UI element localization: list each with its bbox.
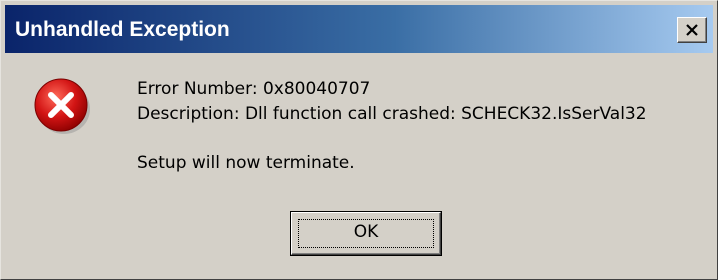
description-text: Description: Dll function call crashed: … bbox=[137, 104, 647, 124]
title-bar[interactable]: Unhandled Exception bbox=[5, 5, 713, 53]
message-text: Error Number: 0x80040707 Description: Dl… bbox=[137, 77, 647, 176]
close-button[interactable] bbox=[677, 17, 707, 43]
termination-note: Setup will now terminate. bbox=[137, 153, 355, 173]
error-icon bbox=[34, 78, 90, 134]
ok-button[interactable]: OK bbox=[290, 211, 442, 256]
error-dialog: Unhandled Exception Error Number: 0x8004… bbox=[0, 0, 718, 280]
close-icon bbox=[686, 24, 698, 36]
window-title: Unhandled Exception bbox=[15, 18, 230, 41]
ok-button-label: OK bbox=[353, 222, 379, 242]
error-number-text: Error Number: 0x80040707 bbox=[137, 79, 371, 99]
